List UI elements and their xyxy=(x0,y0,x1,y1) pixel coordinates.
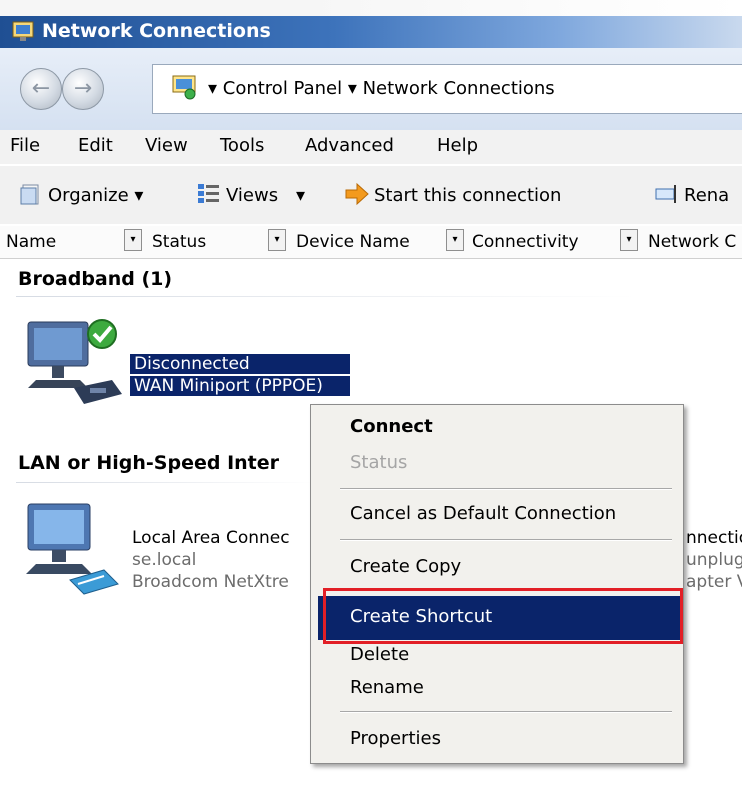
views-button[interactable]: Views xyxy=(226,185,278,206)
menu-view[interactable]: View xyxy=(145,135,188,156)
column-status-dropdown-icon[interactable]: ▾ xyxy=(268,229,286,251)
back-arrow-icon: ← xyxy=(31,76,51,101)
menu-advanced[interactable]: Advanced xyxy=(305,135,394,156)
arrow-right-icon xyxy=(345,182,369,206)
second-connection-status-fragment: unplug xyxy=(686,550,742,570)
lan-connection-device: Broadcom NetXtre xyxy=(132,572,289,592)
broadband-connection-icon[interactable] xyxy=(22,318,126,408)
menu-item-rename[interactable]: Rename xyxy=(350,677,424,698)
rename-icon xyxy=(655,185,676,203)
menu-help[interactable]: Help xyxy=(437,135,478,156)
start-connection-button[interactable]: Start this connection xyxy=(374,185,561,206)
back-button[interactable]: ← xyxy=(20,68,62,110)
broadband-status-label[interactable]: Disconnected xyxy=(130,354,350,374)
menu-separator xyxy=(340,711,672,713)
menu-file[interactable]: File xyxy=(10,135,40,156)
lan-connection-domain: se.local xyxy=(132,550,197,570)
menu-item-properties[interactable]: Properties xyxy=(350,728,441,749)
menu-tools[interactable]: Tools xyxy=(220,135,264,156)
second-connection-name-fragment[interactable]: nnectio xyxy=(686,528,742,548)
organize-button[interactable]: Organize ▾ xyxy=(48,185,143,206)
network-connections-icon xyxy=(12,21,34,41)
lan-connection-name[interactable]: Local Area Connec xyxy=(132,528,290,548)
menu-edit[interactable]: Edit xyxy=(78,135,113,156)
broadband-device-label[interactable]: WAN Miniport (PPPOE) xyxy=(130,376,350,396)
control-panel-icon xyxy=(172,75,196,100)
organize-icon xyxy=(20,184,39,205)
menu-item-create-copy[interactable]: Create Copy xyxy=(350,556,461,577)
group-title-lan: LAN or High-Speed Inter xyxy=(18,452,279,474)
rename-button[interactable]: Rena xyxy=(684,185,729,206)
menu-separator xyxy=(340,488,672,490)
forward-arrow-icon: → xyxy=(73,76,93,101)
menu-separator xyxy=(340,539,672,541)
menu-item-cancel-default[interactable]: Cancel as Default Connection xyxy=(350,503,616,524)
menu-item-connect[interactable]: Connect xyxy=(350,416,433,437)
column-status[interactable]: Status xyxy=(152,232,206,252)
window-title: Network Connections xyxy=(42,20,271,42)
highlight-annotation-box xyxy=(323,588,683,644)
column-name-dropdown-icon[interactable]: ▾ xyxy=(124,229,142,251)
menu-item-delete[interactable]: Delete xyxy=(350,644,409,665)
column-device-dropdown-icon[interactable]: ▾ xyxy=(446,229,464,251)
group-divider xyxy=(16,482,316,483)
group-divider xyxy=(16,296,636,297)
column-network-category[interactable]: Network C xyxy=(648,232,736,252)
column-name[interactable]: Name xyxy=(6,232,56,252)
column-device-name[interactable]: Device Name xyxy=(296,232,410,252)
address-path[interactable]: ▾ Control Panel ▾ Network Connections xyxy=(208,78,555,99)
lan-connection-icon[interactable] xyxy=(22,498,126,598)
views-dropdown-arrow[interactable]: ▾ xyxy=(296,185,305,206)
views-icon xyxy=(198,184,219,203)
column-connectivity[interactable]: Connectivity xyxy=(472,232,579,252)
forward-button[interactable]: → xyxy=(62,68,104,110)
second-connection-device-fragment: apter V xyxy=(686,572,742,592)
group-title-broadband: Broadband (1) xyxy=(18,268,173,290)
menu-item-status: Status xyxy=(350,452,408,473)
column-connectivity-dropdown-icon[interactable]: ▾ xyxy=(620,229,638,251)
